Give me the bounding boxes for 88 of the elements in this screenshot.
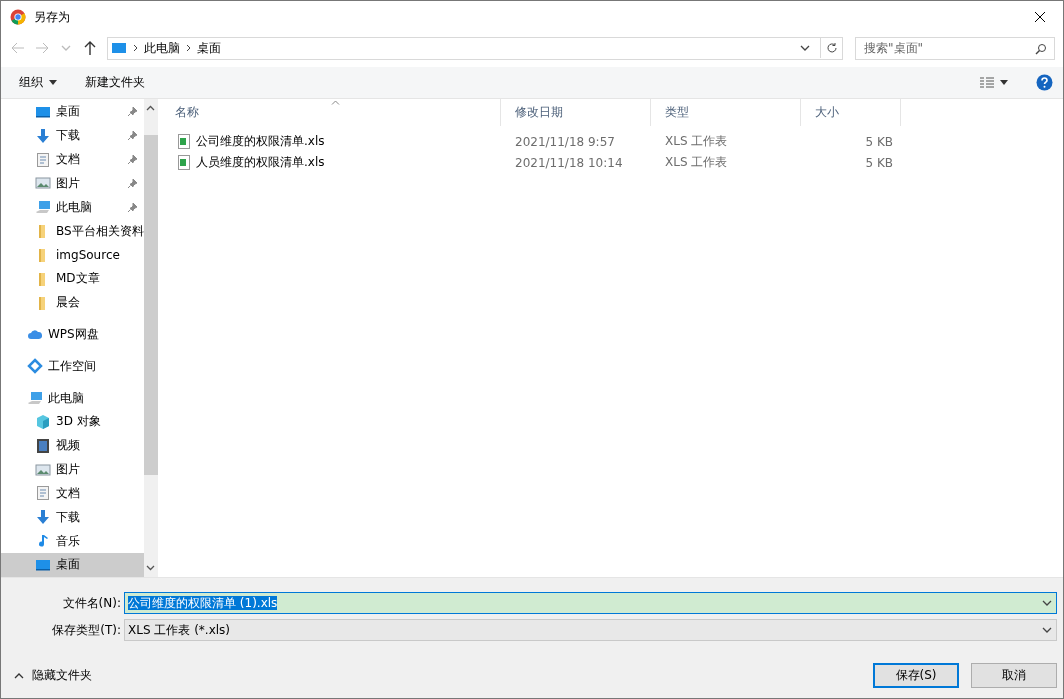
nav-item[interactable]: 晨会	[1, 290, 144, 315]
filename-field[interactable]: 公司维度的权限清单 (1).xls	[124, 592, 1057, 614]
film-icon	[35, 437, 51, 454]
file-name[interactable]: 人员维度的权限清单.xls	[161, 154, 501, 171]
pin-icon	[126, 130, 138, 142]
search-icon	[1035, 42, 1047, 55]
modified-date: 2021/11/18 10:14	[514, 155, 624, 170]
left-arrow-icon	[11, 42, 25, 54]
nav-item[interactable]: 文档	[1, 147, 144, 172]
file-type-label: 保存类型(T):	[51, 621, 122, 639]
browser-logo-icon	[10, 9, 26, 25]
right-arrow-icon	[35, 42, 49, 54]
nav-item[interactable]: 桌面	[1, 553, 144, 577]
new-folder-button[interactable]: 新建文件夹	[85, 74, 145, 91]
nav-item[interactable]: 文档	[1, 481, 144, 506]
chevron-down-icon	[1042, 627, 1052, 633]
spreadsheet-icon	[178, 155, 190, 170]
nav-item[interactable]: 3D 对象	[1, 410, 144, 434]
pin-icon	[126, 106, 138, 118]
nav-item[interactable]: 音乐	[1, 529, 144, 554]
nav-item[interactable]: 此电脑	[1, 386, 144, 410]
nav-item[interactable]: 工作空间	[1, 354, 144, 379]
diamond-icon	[27, 358, 43, 375]
document-icon	[35, 151, 51, 168]
file-type: XLS 工作表	[664, 154, 729, 171]
filename-label: 文件名(N):	[61, 594, 122, 612]
cube-icon	[35, 413, 51, 430]
column-header[interactable]: 大小	[801, 99, 901, 126]
view-options-button[interactable]	[980, 77, 1008, 88]
caret-icon	[49, 80, 57, 85]
spreadsheet-icon	[178, 134, 190, 149]
monitor-icon	[111, 41, 127, 55]
document-icon	[35, 485, 51, 502]
file-type-dropdown[interactable]: XLS 工作表 (*.xls)	[124, 619, 1057, 641]
chevron-down-icon	[1042, 600, 1052, 606]
nav-item[interactable]: WPS网盘	[1, 322, 144, 347]
file-size: 5 KB	[864, 134, 894, 149]
help-button[interactable]	[1036, 74, 1053, 91]
modified-date: 2021/11/18 9:57	[514, 134, 616, 149]
down-arrow-icon	[35, 509, 51, 526]
pin-icon	[126, 154, 138, 166]
nav-item[interactable]: 桌面	[1, 100, 144, 124]
nav-item[interactable]: 图片	[1, 457, 144, 482]
scrollbar[interactable]	[143, 99, 158, 577]
down-arrow-icon	[35, 127, 51, 144]
column-header[interactable]: 修改日期	[501, 99, 651, 126]
organize-menu[interactable]: 组织	[19, 74, 57, 91]
list-view-icon	[980, 77, 994, 88]
close-icon	[1034, 11, 1046, 23]
column-header[interactable]: 类型	[651, 99, 801, 126]
nav-item[interactable]: 此电脑	[1, 195, 144, 220]
file-name[interactable]: 公司维度的权限清单.xls	[161, 133, 501, 150]
breadcrumb[interactable]: 桌面	[197, 39, 221, 57]
window-title: 另存为	[34, 8, 71, 26]
picture-icon	[35, 175, 51, 192]
computer-icon	[35, 199, 51, 216]
scroll-down-icon[interactable]	[146, 565, 156, 571]
computer-icon	[27, 390, 43, 407]
column-header[interactable]: 名称	[161, 99, 501, 126]
caret-icon	[1000, 80, 1008, 85]
address-bar[interactable]: 此电脑 桌面	[107, 36, 843, 60]
file-size: 5 KB	[864, 155, 894, 170]
pin-icon	[126, 177, 138, 189]
up-arrow-icon	[84, 41, 96, 55]
picture-icon	[35, 461, 51, 478]
nav-item[interactable]: 下载	[1, 505, 144, 530]
nav-item[interactable]: 下载	[1, 123, 144, 148]
nav-item[interactable]: MD文章	[1, 266, 144, 291]
nav-item[interactable]: 图片	[1, 171, 144, 196]
nav-item[interactable]: 视频	[1, 433, 144, 458]
search-field[interactable]: 搜索"桌面"	[855, 36, 1055, 60]
file-type: XLS 工作表	[664, 133, 729, 150]
chevron-up-icon	[14, 672, 24, 679]
cancel-button[interactable]: 取消	[971, 663, 1057, 688]
chevron-down-icon	[800, 45, 810, 51]
pin-icon	[126, 201, 138, 213]
chevron-right-icon	[186, 44, 191, 52]
help-icon	[1036, 74, 1053, 91]
sort-ascending-icon	[331, 100, 340, 105]
nav-item[interactable]: imgSource	[1, 243, 144, 267]
refresh-icon	[825, 42, 838, 54]
breadcrumb[interactable]: 此电脑	[144, 39, 180, 57]
chevron-right-icon	[133, 44, 138, 52]
chevron-down-icon	[61, 45, 71, 51]
save-button[interactable]: 保存(S)	[873, 663, 959, 688]
hide-folders-button[interactable]: 隐藏文件夹	[14, 667, 861, 684]
nav-item[interactable]: BS平台相关资料	[1, 219, 144, 244]
scroll-up-icon[interactable]	[146, 105, 156, 111]
